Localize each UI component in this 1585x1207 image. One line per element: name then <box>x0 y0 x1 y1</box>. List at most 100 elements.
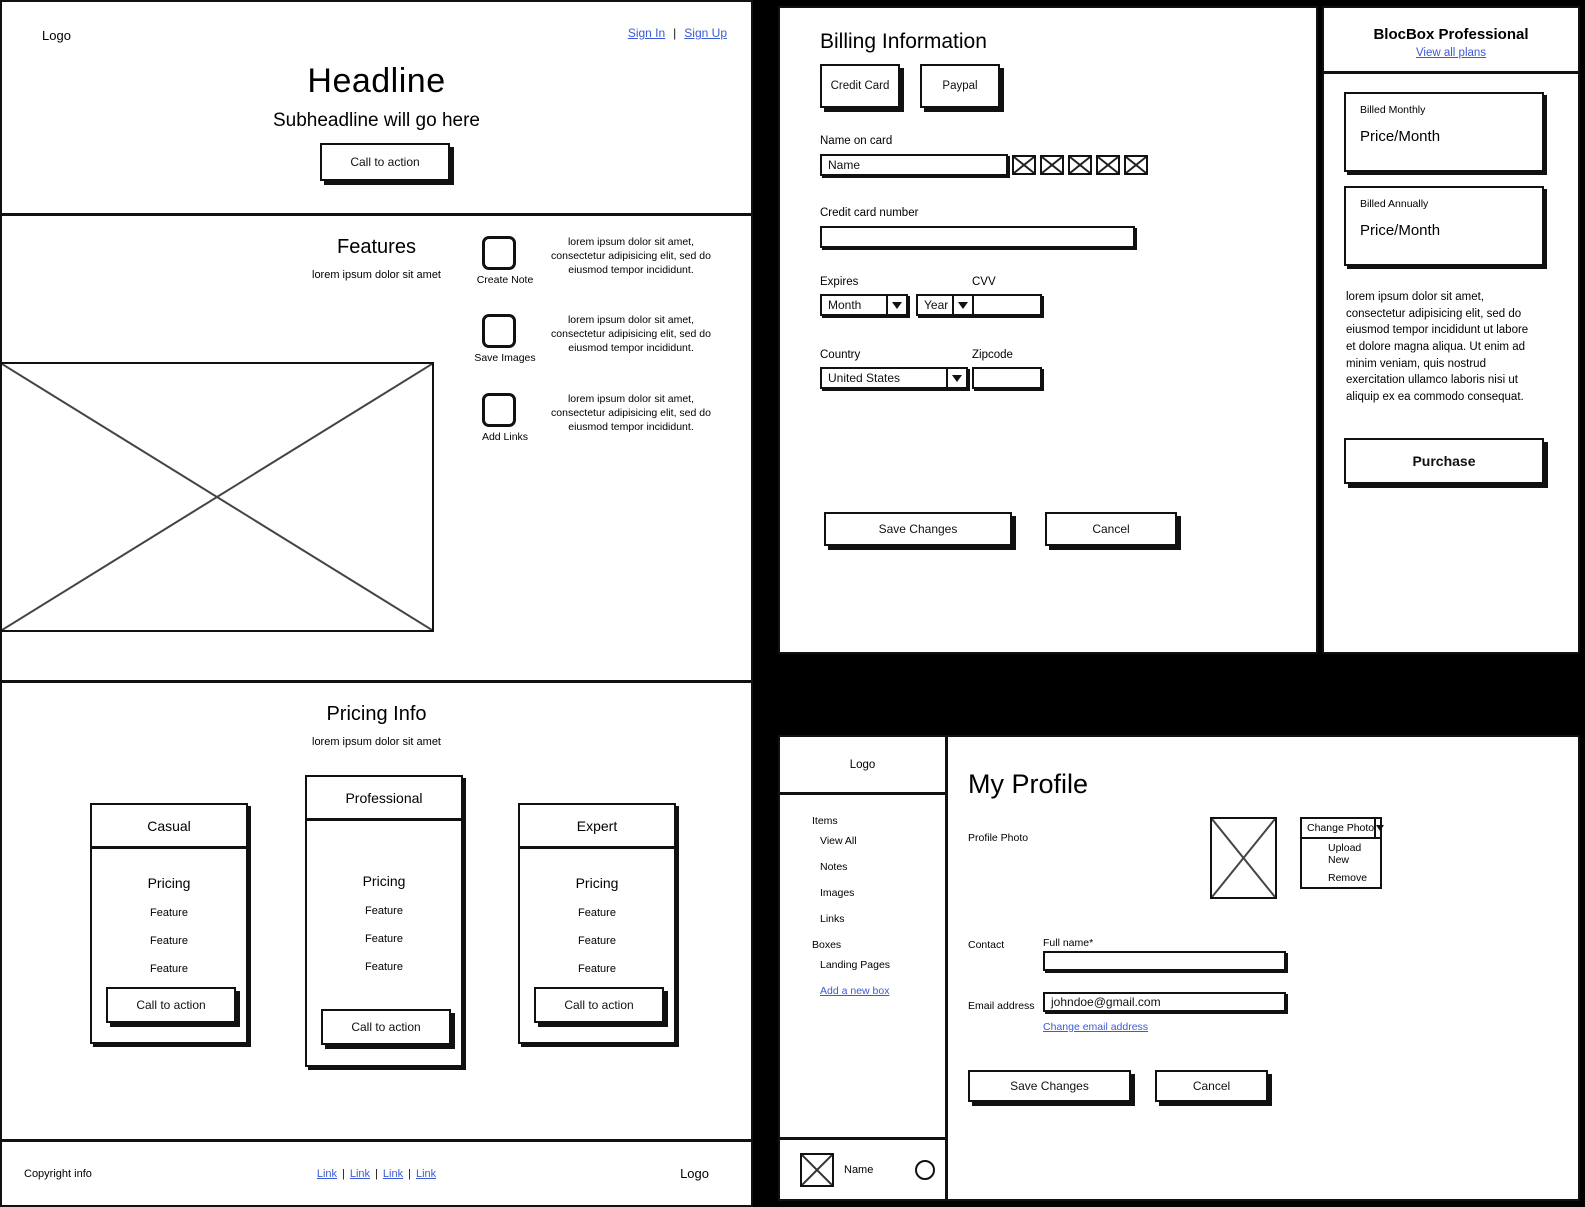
auth-separator: | <box>673 26 677 40</box>
pricing-card-casual[interactable]: Casual Pricing Feature Feature Feature C… <box>90 803 248 1044</box>
plan-title: BlocBox Professional <box>1373 26 1529 43</box>
pricing-card-professional[interactable]: Professional Pricing Feature Feature Fea… <box>305 775 463 1067</box>
billing-option-annual[interactable]: Billed Annually Price/Month <box>1344 186 1544 266</box>
expires-label: Expires <box>820 276 859 288</box>
footer-logo: Logo <box>680 1166 709 1181</box>
add-new-box-link[interactable]: Add a new box <box>820 985 945 997</box>
expires-month-value: Month <box>828 298 862 312</box>
name-on-card-input[interactable]: Name <box>820 154 1008 176</box>
change-email-link[interactable]: Change email address <box>1043 1021 1148 1033</box>
status-circle-icon[interactable] <box>915 1159 936 1180</box>
plan-feature: Feature <box>365 905 403 917</box>
sidebar-item-view-all[interactable]: View All <box>820 835 945 847</box>
plan-summary-panel: BlocBox Professional View all plans Bill… <box>1322 6 1580 654</box>
sign-in-link[interactable]: Sign In <box>628 26 665 40</box>
view-all-plans-link[interactable]: View all plans <box>1416 47 1486 59</box>
plan-feature: Feature <box>578 935 616 947</box>
dropdown-option-remove[interactable]: Remove <box>1302 869 1380 887</box>
hero-cta-button[interactable]: Call to action <box>320 143 450 181</box>
plan-feature: Feature <box>150 907 188 919</box>
features-section: Features lorem ipsum dolor sit amet Crea… <box>0 213 751 680</box>
feature-label: Save Images <box>474 352 536 364</box>
hero-subheadline: Subheadline will go here <box>272 110 481 131</box>
change-photo-dropdown[interactable]: Change Photo Upload New Remove <box>1300 817 1385 889</box>
chevron-down-icon <box>952 296 972 314</box>
plan-feature: Feature <box>150 963 188 975</box>
billing-cancel-button[interactable]: Cancel <box>1045 512 1177 546</box>
feature-label: Create Note <box>476 274 534 286</box>
profile-cancel-button[interactable]: Cancel <box>1155 1070 1268 1102</box>
plan-header: BlocBox Professional View all plans <box>1324 8 1578 74</box>
sign-up-link[interactable]: Sign Up <box>684 26 727 40</box>
plan-feature: Feature <box>578 963 616 975</box>
expires-year-value: Year <box>924 298 949 312</box>
card-number-label: Credit card number <box>820 207 919 219</box>
change-photo-trigger[interactable]: Change Photo <box>1302 819 1385 839</box>
profile-main: My Profile Profile Photo Change Photo Up… <box>948 737 1578 1199</box>
feature-label: Add Links <box>481 431 529 443</box>
billing-save-button[interactable]: Save Changes <box>824 512 1012 546</box>
change-photo-value: Change Photo <box>1307 822 1375 834</box>
plan-cta-button[interactable]: Call to action <box>106 987 236 1023</box>
cvv-label: CVV <box>972 276 996 288</box>
plan-feature: Feature <box>365 933 403 945</box>
plan-feature: Feature <box>578 907 616 919</box>
dropdown-option-upload-new[interactable]: Upload New <box>1302 839 1380 869</box>
profile-photo-placeholder[interactable] <box>1210 817 1277 899</box>
nav-group-boxes: Boxes <box>812 939 842 951</box>
zipcode-input[interactable] <box>972 367 1042 389</box>
auth-links: Sign In | Sign Up <box>628 26 727 40</box>
email-input[interactable]: johndoe@gmail.com <box>1043 992 1286 1012</box>
fullname-label: Full name* <box>1043 937 1094 949</box>
app-sidebar: Logo Items View All Notes Images Links B… <box>780 737 948 1199</box>
sidebar-item-landing-pages[interactable]: Landing Pages <box>820 959 945 971</box>
footer-links: Link | Link | Link | Link <box>316 1167 437 1180</box>
profile-photo-label: Profile Photo <box>968 832 1029 844</box>
billing-term: Billed Monthly <box>1360 104 1426 116</box>
tab-credit-card[interactable]: Credit Card <box>820 64 900 108</box>
expires-month-select[interactable]: Month <box>820 294 908 316</box>
sidebar-item-images[interactable]: Images <box>820 887 945 899</box>
card-brand-icon <box>1012 155 1036 175</box>
zipcode-label: Zipcode <box>972 349 1013 361</box>
plan-name: Casual <box>92 805 246 849</box>
pricing-subtitle: lorem ipsum dolor sit amet <box>312 736 441 748</box>
chevron-down-icon <box>886 296 906 314</box>
nav-group-items: Items <box>812 815 838 827</box>
page-title: My Profile <box>968 769 1089 799</box>
plan-cta-button[interactable]: Call to action <box>321 1009 451 1045</box>
footer-link[interactable]: Link <box>416 1168 436 1180</box>
billing-price: Price/Month <box>1360 128 1441 145</box>
billing-term: Billed Annually <box>1360 198 1429 210</box>
card-number-input[interactable] <box>820 226 1135 248</box>
plan-price: Pricing <box>362 873 406 889</box>
features-image-placeholder <box>0 362 434 632</box>
pricing-card-expert[interactable]: Expert Pricing Feature Feature Feature C… <box>518 803 676 1044</box>
plan-feature: Feature <box>365 961 403 973</box>
expires-year-select[interactable]: Year <box>916 294 974 316</box>
profile-save-button[interactable]: Save Changes <box>968 1070 1131 1102</box>
footer-link[interactable]: Link <box>383 1168 403 1180</box>
feature-description: lorem ipsum dolor sit amet, consectetur … <box>551 393 711 433</box>
sidebar-nav: Items View All Notes Images Links Boxes … <box>780 795 945 997</box>
fullname-input[interactable] <box>1043 951 1286 971</box>
feature-description: lorem ipsum dolor sit amet, consectetur … <box>551 236 711 276</box>
sidebar-item-notes[interactable]: Notes <box>820 861 945 873</box>
plan-price: Pricing <box>575 875 619 891</box>
chevron-down-icon <box>1374 819 1385 837</box>
app-logo: Logo <box>780 737 945 795</box>
country-select[interactable]: United States <box>820 367 968 389</box>
card-brand-icon <box>1068 155 1092 175</box>
plan-cta-button[interactable]: Call to action <box>534 987 664 1023</box>
billing-option-monthly[interactable]: Billed Monthly Price/Month <box>1344 92 1544 172</box>
contact-label: Contact <box>968 939 1005 951</box>
footer-link[interactable]: Link <box>350 1168 370 1180</box>
sidebar-item-links[interactable]: Links <box>820 913 945 925</box>
purchase-button[interactable]: Purchase <box>1344 438 1544 484</box>
footer-link[interactable]: Link <box>317 1168 337 1180</box>
billing-panel: Billing Information Credit Card Paypal N… <box>778 6 1318 654</box>
tab-paypal[interactable]: Paypal <box>920 64 1000 108</box>
payment-method-tabs: Credit Card Paypal <box>820 64 1000 108</box>
avatar[interactable] <box>800 1152 834 1187</box>
cvv-input[interactable] <box>972 294 1042 316</box>
